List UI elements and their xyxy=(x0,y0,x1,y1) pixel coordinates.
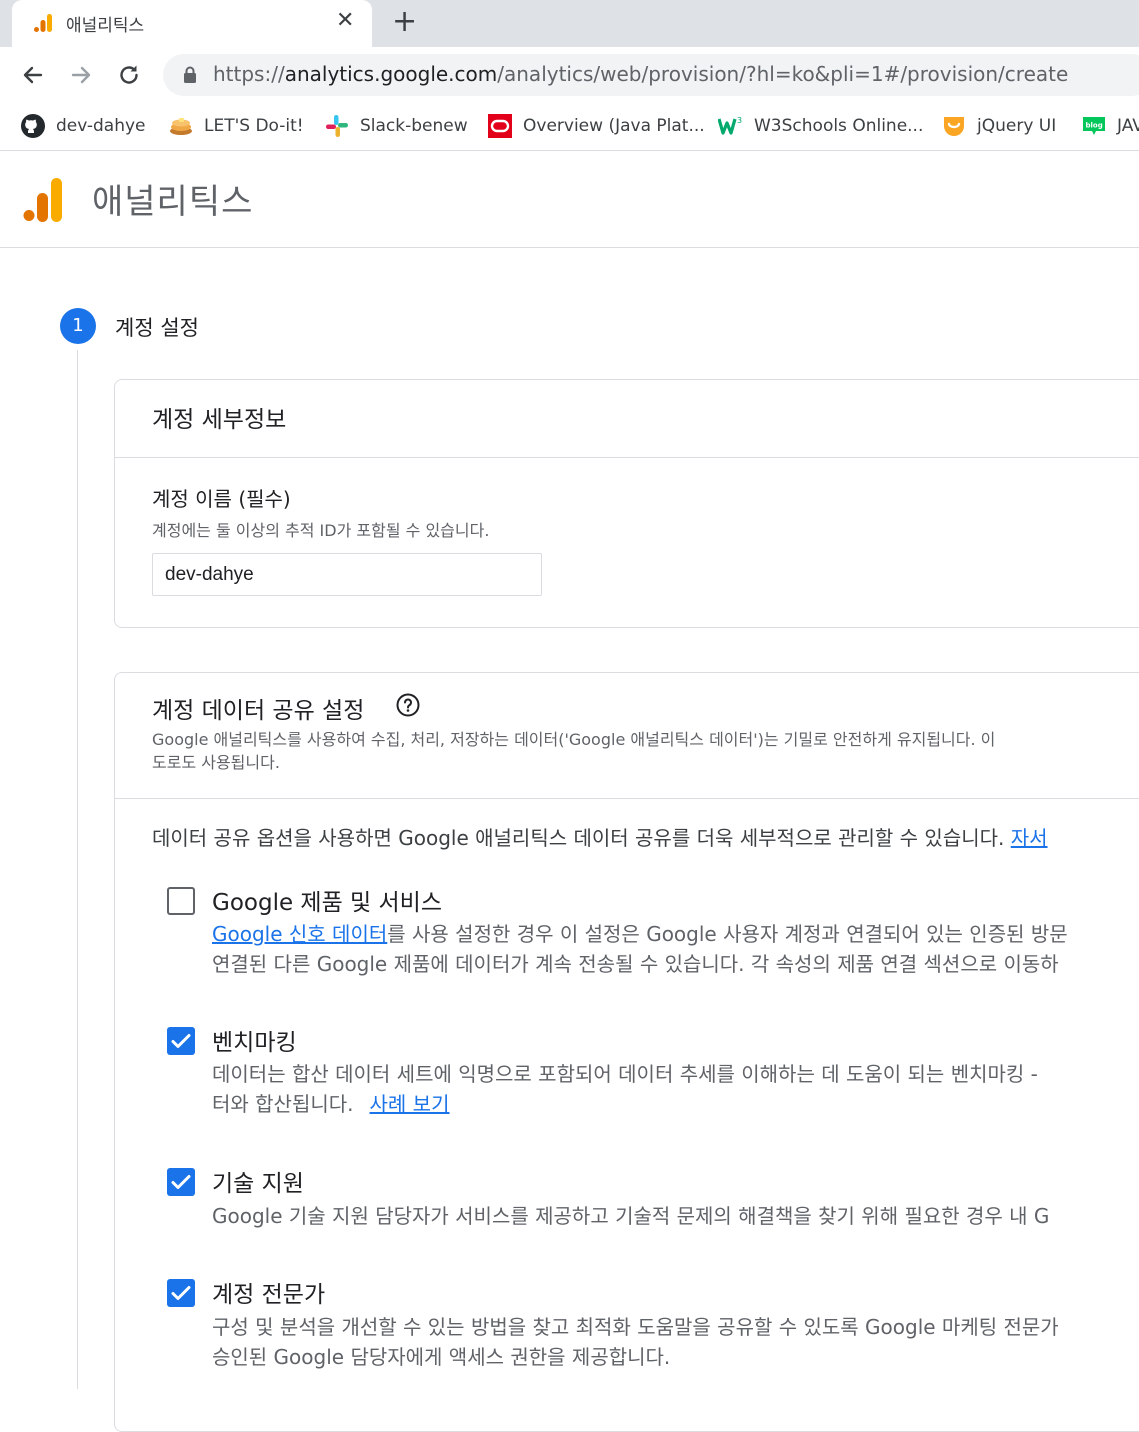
forward-arrow-icon[interactable] xyxy=(67,61,95,89)
lock-icon[interactable] xyxy=(181,65,199,85)
close-tab-icon[interactable]: ✕ xyxy=(336,8,354,33)
benchmarking-checkbox[interactable] xyxy=(167,1027,195,1055)
account-name-input[interactable] xyxy=(152,553,542,596)
option-title: 기술 지원 xyxy=(212,1171,304,1197)
account-name-hint: 계정에는 둘 이상의 추적 ID가 포함될 수 있습니다. xyxy=(152,521,490,540)
browser-tab[interactable]: 애널리틱스 ✕ xyxy=(12,0,372,47)
checkmark-icon xyxy=(171,1175,191,1189)
tab-title: 애널리틱스 xyxy=(66,16,145,36)
slack-icon xyxy=(326,115,348,137)
url-host: analytics.google.com xyxy=(284,62,498,86)
pancake-icon xyxy=(170,118,192,135)
bookmark-label: Overview (Java Plat... xyxy=(523,116,705,136)
google-products-checkbox[interactable] xyxy=(167,887,195,915)
account-specialists-checkbox[interactable] xyxy=(167,1279,195,1307)
reload-icon[interactable] xyxy=(115,61,143,89)
app-header: 애널리틱스 xyxy=(0,152,1139,248)
account-name-label: 계정 이름 (필수) xyxy=(152,487,291,511)
oracle-icon xyxy=(488,114,512,138)
bookmark-java-overview[interactable]: Overview (Java Plat... xyxy=(487,112,705,140)
bookmark-label: dev-dahye xyxy=(56,116,146,136)
bookmark-lets-do-it[interactable]: LET'S Do-it! xyxy=(168,112,304,140)
svg-text:blog: blog xyxy=(1086,122,1103,130)
option-description-line1: 데이터는 합산 데이터 세트에 익명으로 포함되어 데이터 추세를 이해하는 데… xyxy=(212,1062,1038,1086)
new-tab-icon[interactable]: + xyxy=(392,4,417,39)
w3schools-icon: 3 xyxy=(718,116,742,135)
learn-more-link[interactable]: 자서 xyxy=(1011,826,1048,850)
address-bar[interactable]: https://analytics.google.com/analytics/w… xyxy=(163,54,1139,96)
step-number-badge: 1 xyxy=(60,308,96,344)
option-description-text: 를 사용 설정한 경우 이 설정은 Google 사용자 계정과 연결되어 있는… xyxy=(387,922,1068,946)
analytics-logo-icon[interactable] xyxy=(22,178,64,222)
checkmark-icon xyxy=(171,1286,191,1300)
url-scheme: https:// xyxy=(213,62,285,86)
option-description-text: 터와 합산됩니다. xyxy=(212,1092,354,1116)
github-icon xyxy=(21,114,45,138)
bookmark-w3schools[interactable]: 3 W3Schools Online... xyxy=(718,112,923,140)
option-description-line1: Google 기술 지원 담당자가 서비스를 제공하고 기술적 문제의 해결책을… xyxy=(212,1204,1050,1228)
divider xyxy=(115,457,1139,458)
option-title: 계정 전문가 xyxy=(212,1282,326,1308)
analytics-favicon-icon xyxy=(34,14,52,32)
data-sharing-card: 계정 데이터 공유 설정 Google 애널리틱스를 사용하여 수집, 처리, … xyxy=(114,672,1139,1432)
checkmark-icon xyxy=(171,1034,191,1048)
bookmark-label: Slack-benew xyxy=(360,116,468,136)
back-arrow-icon[interactable] xyxy=(19,61,47,89)
sharing-intro: 데이터 공유 옵션을 사용하면 Google 애널리틱스 데이터 공유를 더욱 … xyxy=(152,822,1048,851)
sharing-intro-text: 데이터 공유 옵션을 사용하면 Google 애널리틱스 데이터 공유를 더욱 … xyxy=(152,826,1011,850)
option-description-line2: 터와 합산됩니다. 사례 보기 xyxy=(212,1088,449,1117)
jquery-ui-icon xyxy=(944,117,964,136)
view-examples-link[interactable]: 사례 보기 xyxy=(370,1092,450,1116)
bookmark-label: LET'S Do-it! xyxy=(204,116,304,136)
bookmarks-bar: dev-dahye LET'S Do-it! Slack-benew Overv… xyxy=(0,103,1139,151)
divider xyxy=(115,798,1139,799)
sharing-description-line1: Google 애널리틱스를 사용하여 수집, 처리, 저장하는 데이터('Goo… xyxy=(152,730,996,749)
help-icon[interactable] xyxy=(396,693,420,717)
sharing-description-line2: 도로도 사용됩니다. xyxy=(152,753,280,772)
svg-text:3: 3 xyxy=(737,116,742,125)
option-title: Google 제품 및 서비스 xyxy=(212,890,442,916)
card-title: 계정 데이터 공유 설정 xyxy=(152,698,365,724)
bookmark-blog[interactable]: blog JAV xyxy=(1081,112,1139,140)
option-description-line1: Google 신호 데이터를 사용 설정한 경우 이 설정은 Google 사용… xyxy=(212,918,1068,947)
bookmark-label: jQuery UI xyxy=(977,116,1057,136)
option-description-line2: 승인된 Google 담당자에게 액세스 권한을 제공합니다. xyxy=(212,1345,671,1369)
bookmark-label: JAV xyxy=(1117,116,1139,136)
bookmark-jquery-ui[interactable]: jQuery UI xyxy=(941,112,1056,140)
url-text[interactable]: https://analytics.google.com/analytics/w… xyxy=(213,62,1068,86)
bookmark-label: W3Schools Online... xyxy=(754,116,924,136)
account-details-card: 계정 세부정보 계정 이름 (필수) 계정에는 둘 이상의 추적 ID가 포함될… xyxy=(114,379,1139,628)
bookmark-dev-dahye[interactable]: dev-dahye xyxy=(20,112,146,140)
option-title: 벤치마킹 xyxy=(212,1030,297,1056)
browser-toolbar: https://analytics.google.com/analytics/w… xyxy=(0,47,1139,103)
blog-icon: blog xyxy=(1083,117,1105,135)
app-title: 애널리틱스 xyxy=(92,182,254,222)
google-signals-link[interactable]: Google 신호 데이터 xyxy=(212,922,387,946)
stepper-line xyxy=(77,350,78,1389)
option-description-line2: 연결된 다른 Google 제품에 데이터가 계속 전송될 수 있습니다. 각 … xyxy=(212,952,1059,976)
bookmark-slack-benew[interactable]: Slack-benew xyxy=(324,112,468,140)
step-title: 계정 설정 xyxy=(115,316,199,340)
technical-support-checkbox[interactable] xyxy=(167,1168,195,1196)
option-description-line1: 구성 및 분석을 개선할 수 있는 방법을 찾고 최적화 도움말을 공유할 수 … xyxy=(212,1315,1059,1339)
card-title: 계정 세부정보 xyxy=(152,407,287,433)
url-path: /analytics/web/provision/?hl=ko&pli=1#/p… xyxy=(497,62,1069,86)
browser-tab-strip: 애널리틱스 ✕ + xyxy=(0,0,1139,47)
